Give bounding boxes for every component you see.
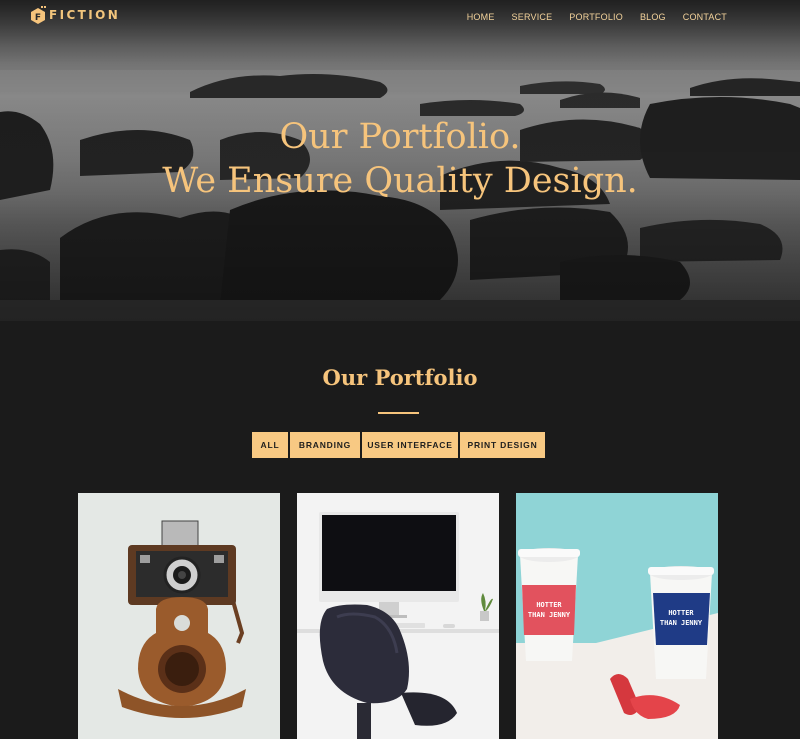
section-title: Our Portfolio xyxy=(322,365,478,390)
hero-title-line-2: We Ensure Quality Design. xyxy=(162,161,638,201)
hero-title-line-1: Our Portfolio. xyxy=(279,117,521,157)
coffee-cups-image: HOTTER THAN JENNY HOTTER THAN JENNY xyxy=(516,493,718,739)
filter-user-interface-button[interactable]: USER INTERFACE xyxy=(362,432,458,458)
hero-section: F FICTION HOME SERVICE PORTFOLIO BLOG CO… xyxy=(0,0,800,321)
nav-home[interactable]: HOME xyxy=(467,12,495,22)
main-nav: HOME SERVICE PORTFOLIO BLOG CONTACT xyxy=(450,12,727,22)
title-divider xyxy=(378,412,419,414)
navbar: F FICTION HOME SERVICE PORTFOLIO BLOG CO… xyxy=(0,0,800,36)
nav-contact[interactable]: CONTACT xyxy=(683,12,727,22)
portfolio-section: Our Portfolio ALL BRANDING USER INTERFAC… xyxy=(0,321,800,739)
portfolio-grid: HOTTER THAN JENNY HOTTER THAN JENNY xyxy=(0,493,800,739)
filter-all-button[interactable]: ALL xyxy=(252,432,288,458)
portfolio-card-camera[interactable] xyxy=(78,493,280,739)
hero-title: Our Portfolio. We Ensure Quality Design. xyxy=(0,115,800,203)
portfolio-filters: ALL BRANDING USER INTERFACE PRINT DESIGN xyxy=(252,432,547,458)
vintage-camera-image xyxy=(78,493,280,739)
svg-text:HOTTER: HOTTER xyxy=(536,601,562,609)
svg-text:THAN JENNY: THAN JENNY xyxy=(528,611,571,619)
svg-text:THAN JENNY: THAN JENNY xyxy=(660,619,703,627)
svg-text:HOTTER: HOTTER xyxy=(668,609,694,617)
filter-print-design-button[interactable]: PRINT DESIGN xyxy=(460,432,545,458)
filter-branding-button[interactable]: BRANDING xyxy=(290,432,360,458)
nav-portfolio[interactable]: PORTFOLIO xyxy=(569,12,623,22)
brand-logo[interactable]: F FICTION xyxy=(30,6,120,24)
nav-service[interactable]: SERVICE xyxy=(512,12,553,22)
brand-name: FICTION xyxy=(49,8,121,22)
nav-blog[interactable]: BLOG xyxy=(640,12,666,22)
svg-text:F: F xyxy=(35,13,41,23)
desk-monitor-image xyxy=(297,493,499,739)
portfolio-card-desk[interactable] xyxy=(297,493,499,739)
brand-hexagon-icon: F xyxy=(31,6,46,24)
portfolio-card-coffee[interactable]: HOTTER THAN JENNY HOTTER THAN JENNY xyxy=(516,493,718,739)
